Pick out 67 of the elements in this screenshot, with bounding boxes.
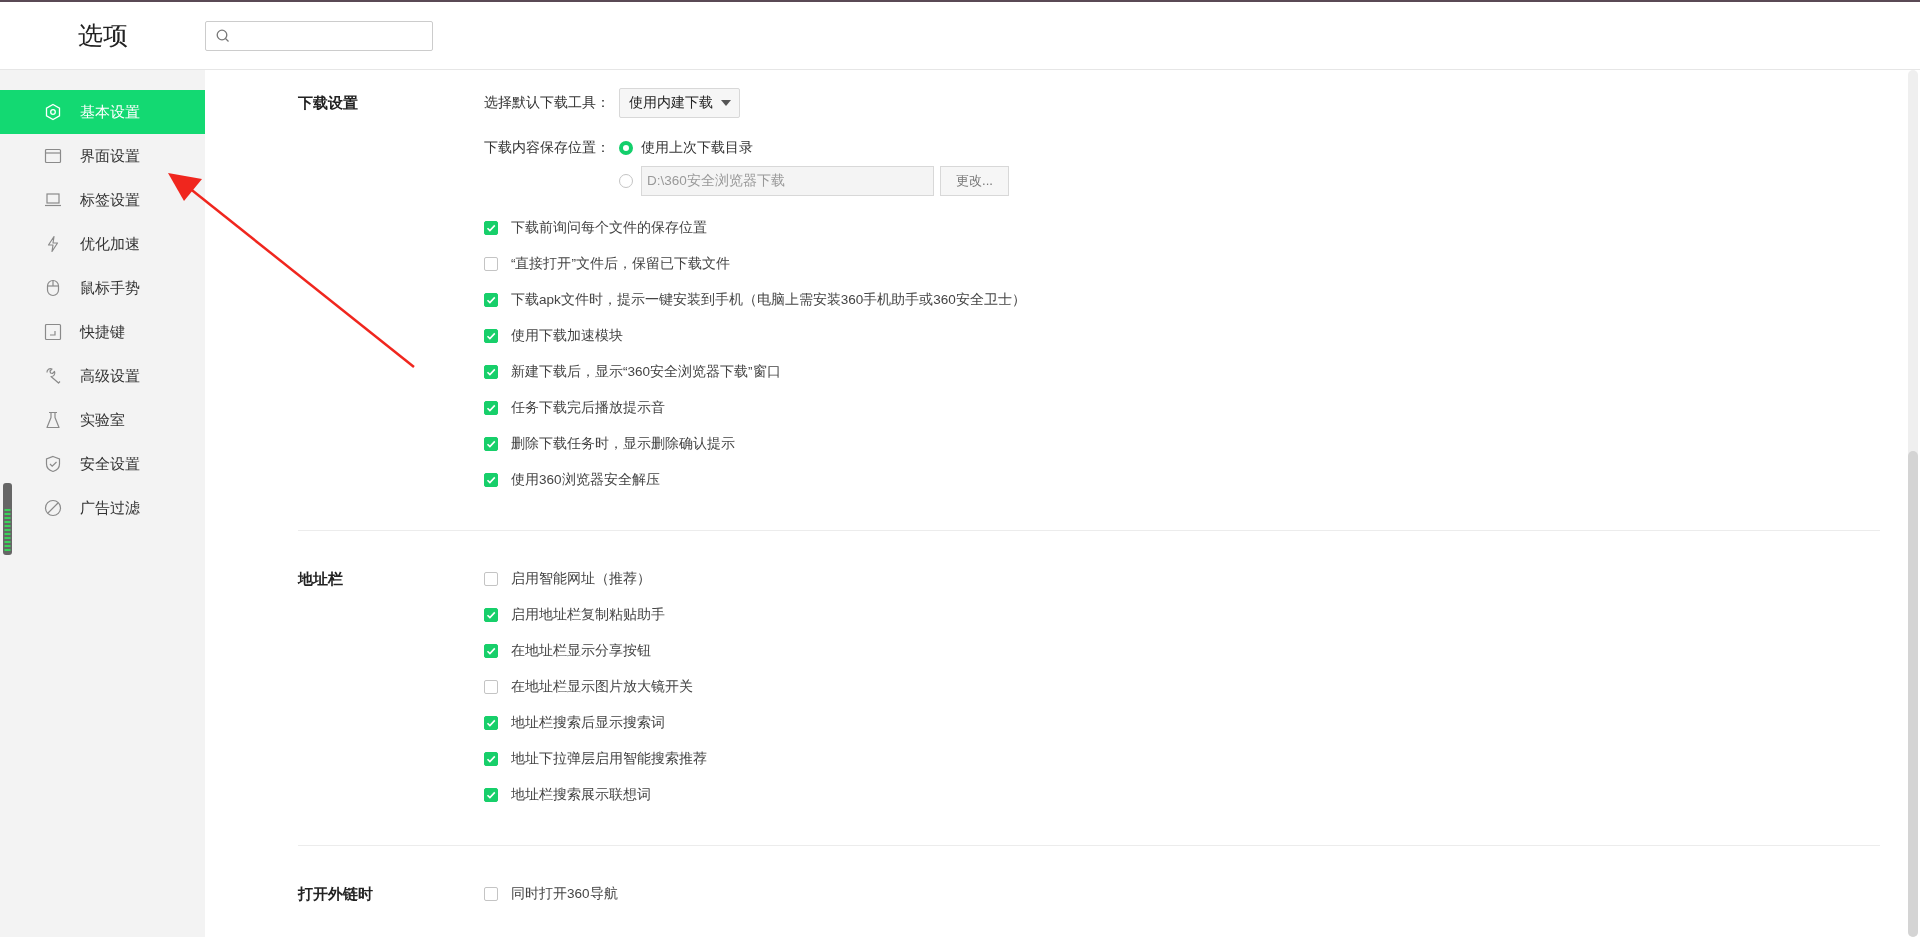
checkbox-label: 下载前询问每个文件的保存位置 xyxy=(511,219,707,237)
checkbox[interactable] xyxy=(484,752,498,766)
sidebar-item[interactable]: 高级设置 xyxy=(0,354,205,398)
checkbox[interactable] xyxy=(484,887,498,901)
checkbox-label: 删除下载任务时，显示删除确认提示 xyxy=(511,435,735,453)
checkbox[interactable] xyxy=(484,572,498,586)
meter-icon xyxy=(2,483,13,555)
checkbox-label: 启用地址栏复制粘贴助手 xyxy=(511,606,665,624)
sidebar-item[interactable]: 鼠标手势 xyxy=(0,266,205,310)
prohibited-icon xyxy=(44,499,62,517)
checkbox-label: 新建下载后，显示“360安全浏览器下载”窗口 xyxy=(511,363,781,381)
sidebar-item[interactable]: 优化加速 xyxy=(0,222,205,266)
window-title: 选项 xyxy=(76,20,129,51)
checkbox[interactable] xyxy=(484,473,498,487)
caret-icon xyxy=(721,100,731,106)
checkbox-label: 在地址栏显示图片放大镜开关 xyxy=(511,678,693,696)
checkbox-label: 同时打开360导航 xyxy=(511,885,618,903)
checkbox-label: 任务下载完后播放提示音 xyxy=(511,399,665,417)
search-field[interactable] xyxy=(205,20,433,51)
checkbox[interactable] xyxy=(484,788,498,802)
field-label: 下载内容保存位置： xyxy=(484,139,611,157)
checkbox[interactable] xyxy=(484,608,498,622)
sidebar-item[interactable]: 标签设置 xyxy=(0,178,205,222)
checkbox-label: 下载apk文件时，提示一键安装到手机（电脑上需安装360手机助手或360安全卫士） xyxy=(511,291,1026,309)
checkbox[interactable] xyxy=(484,257,498,271)
checkbox-label: 地址下拉弹层启用智能搜索推荐 xyxy=(511,750,707,768)
checkbox[interactable] xyxy=(484,365,498,379)
mouse-icon xyxy=(44,279,62,297)
checkbox[interactable] xyxy=(484,293,498,307)
checkbox[interactable] xyxy=(484,680,498,694)
change-button[interactable]: 更改... xyxy=(940,166,1009,196)
sidebar-item[interactable]: 快捷键 xyxy=(0,310,205,354)
keyboard-key-icon xyxy=(44,323,62,341)
shield-icon xyxy=(44,455,62,473)
checkbox[interactable] xyxy=(484,437,498,451)
checkbox-label: 启用智能网址（推荐） xyxy=(511,570,651,588)
field-label: 选择默认下载工具： xyxy=(484,94,611,112)
checkbox[interactable] xyxy=(484,401,498,415)
scrollbar-track[interactable] xyxy=(1908,70,1918,937)
flask-icon xyxy=(44,411,62,429)
wrench-icon xyxy=(44,367,62,385)
checkbox[interactable] xyxy=(484,644,498,658)
sidebar-item[interactable]: 安全设置 xyxy=(0,442,205,486)
checkbox-label: 使用360浏览器安全解压 xyxy=(511,471,660,489)
settings-icon xyxy=(44,103,62,121)
section-title: 地址栏 xyxy=(298,569,344,589)
checkbox[interactable] xyxy=(484,716,498,730)
checkbox-label: “直接打开”文件后，保留已下载文件 xyxy=(511,255,730,273)
section-title: 打开外链时 xyxy=(298,884,374,904)
radio-label: 使用上次下载目录 xyxy=(641,139,753,157)
radio-button[interactable] xyxy=(619,174,633,188)
checkbox-label: 地址栏搜索展示联想词 xyxy=(511,786,651,804)
sidebar-item[interactable]: 实验室 xyxy=(0,398,205,442)
sidebar-item[interactable]: 界面设置 xyxy=(0,134,205,178)
search-icon xyxy=(216,28,230,43)
section-title: 下载设置 xyxy=(298,93,359,113)
radio-button[interactable] xyxy=(619,141,633,155)
checkbox-label: 地址栏搜索后显示搜索词 xyxy=(511,714,665,732)
checkbox[interactable] xyxy=(484,221,498,235)
checkbox[interactable] xyxy=(484,329,498,343)
window-icon xyxy=(44,147,62,165)
scrollbar-thumb[interactable] xyxy=(1908,451,1918,937)
laptop-icon xyxy=(44,191,62,209)
checkbox-label: 在地址栏显示分享按钮 xyxy=(511,642,651,660)
checkbox-label: 使用下载加速模块 xyxy=(511,327,623,345)
sidebar-item[interactable]: 广告过滤 xyxy=(0,486,205,530)
download-tool-dropdown[interactable]: 使用内建下载 xyxy=(619,88,740,118)
